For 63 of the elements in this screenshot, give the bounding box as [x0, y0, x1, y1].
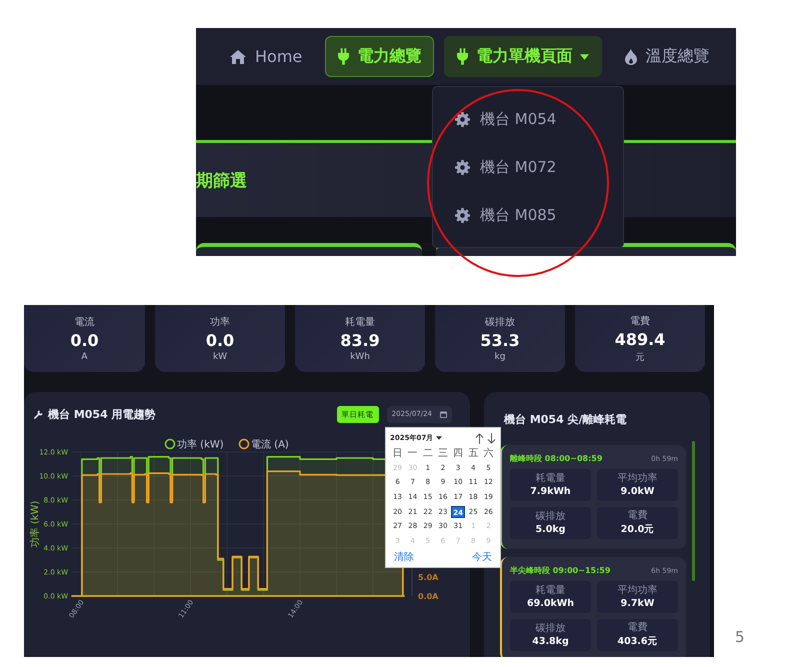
stat-unit: 元 [636, 352, 644, 364]
metric-value: 403.6元 [617, 634, 658, 648]
legend-item[interactable]: 功率 (kW) [164, 438, 224, 450]
menu-item-label: 機台 M085 [480, 206, 556, 224]
metric-label: 碳排放 [536, 624, 566, 634]
metric-value: 7.9kWh [530, 486, 571, 496]
stat-label: 電費 [630, 314, 650, 328]
stat-value: 489.4 [614, 330, 666, 348]
stat-unit: kg [494, 352, 506, 362]
stat-label: 碳排放 [485, 316, 515, 329]
metric-value: 69.0kWh [527, 598, 574, 608]
weekday-label: 四 [453, 447, 464, 460]
stat-unit: kWh [350, 352, 370, 362]
menu-item-label: 機台 M072 [480, 158, 556, 176]
clear-link[interactable]: 清除 [394, 550, 414, 564]
period-title: 離峰時段 08:00~08:59 [510, 453, 602, 464]
legend-item[interactable]: 電流 (A) [238, 438, 289, 450]
metric-value: 20.0元 [620, 522, 654, 536]
weekday-label: 五 [468, 447, 478, 460]
panel-title: 機台 M054 尖/離峰耗電 [504, 412, 628, 427]
weekday-label: 三 [438, 447, 448, 460]
nav-link[interactable]: 溫度總覽 [612, 36, 722, 77]
nav-dropdown[interactable]: 電力單機頁面 [444, 36, 602, 77]
metric-value: 9.7kW [620, 598, 654, 608]
metric-value: 9.0kW [620, 486, 654, 496]
legend-label: 功率 (kW) [177, 438, 224, 450]
stat-value: 53.3 [480, 331, 520, 350]
weekday-label: 六 [483, 446, 494, 460]
stat-unit: A [81, 352, 88, 362]
metric-value: 43.8kg [532, 636, 569, 646]
period-title: 半尖峰時段 09:00~15:59 [510, 565, 610, 576]
weekday-label: 日 [392, 447, 403, 460]
stat-value: 83.9 [340, 331, 380, 350]
panel-title: 機台 M054 用電趨勢 [48, 406, 156, 422]
stat-value: 0.0 [206, 331, 234, 350]
metric-label: 耗電量 [536, 586, 566, 596]
metric-label: 平均功率 [618, 586, 658, 596]
axis-title: 功率 (kW) [30, 500, 41, 548]
legend-label: 電流 (A) [251, 438, 289, 450]
menu-item[interactable]: 機台 M085 [433, 206, 623, 224]
metric-label: 電費 [628, 510, 648, 520]
stat-unit: kW [212, 352, 228, 362]
metric-value: 5.0kg [536, 524, 566, 534]
menu-item[interactable]: 機台 M054 [433, 110, 623, 128]
section-title: 期篩選 [196, 170, 247, 192]
axis-tick-label: 0.0A [418, 592, 438, 601]
axis-tick-label: 5.0A [418, 573, 438, 582]
stat-label: 功率 [210, 316, 230, 329]
menu-item-label: 機台 M054 [480, 110, 556, 128]
metric-label: 碳排放 [536, 512, 566, 522]
today-link[interactable]: 今天 [472, 550, 492, 564]
stat-label: 耗電量 [345, 316, 375, 329]
metric-label: 耗電量 [536, 474, 566, 484]
nav-link[interactable]: 電力總覽 [325, 36, 434, 77]
metric-label: 電費 [628, 622, 648, 632]
page-number: 5 [735, 628, 745, 646]
metric-label: 平均功率 [618, 474, 658, 484]
weekday-label: 二 [422, 447, 433, 460]
menu-item[interactable]: 機台 M072 [433, 158, 623, 176]
nav-link[interactable]: Home [216, 36, 316, 77]
stat-value: 0.0 [70, 331, 99, 350]
stat-label: 電流 [74, 316, 94, 329]
weekday-label: 一 [408, 447, 418, 460]
